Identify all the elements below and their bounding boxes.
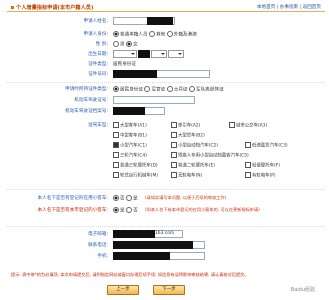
checkbox-icon (171, 152, 177, 158)
birth-label: 出生日期: (88, 52, 108, 57)
application-window: 个人增量指标申请(本市户籍人员) 本地首页 | 办事指南 | 返回首页 申请人姓… (7, 2, 325, 298)
radio-icon[interactable] (126, 207, 133, 213)
radio-icon[interactable] (166, 86, 173, 92)
radio-icon[interactable] (126, 195, 133, 201)
email-domain: 163.com (155, 231, 175, 236)
local-vehicle-label: 本人名下是否有本市登记的小客车: (37, 208, 108, 213)
checkbox-item[interactable]: 中型客车(B1) (113, 132, 147, 139)
license-class-label: 准驾车型: (88, 123, 108, 128)
license-number-label: 机动车驾驶证号: (74, 98, 108, 103)
checkbox-item[interactable]: 小型自动挡汽车(C2) (171, 142, 218, 149)
divider (7, 189, 325, 190)
radio-icon[interactable] (144, 86, 151, 92)
top-links[interactable]: 本地首页 | 办事指南 | 返回首页 (257, 4, 321, 10)
redacted-block (113, 70, 157, 78)
divider (7, 226, 325, 227)
checkbox-item[interactable]: 低速载货汽车(C3) (245, 142, 288, 149)
checkbox-icon (245, 142, 251, 148)
mobile-label: 手机: (97, 254, 108, 259)
checkbox-item[interactable]: 大型货车(B2) (171, 132, 205, 139)
checkbox-icon (171, 162, 177, 168)
identity-label: 申请人身份: (83, 32, 108, 37)
checkbox-item[interactable]: 三轮汽车(C4) (113, 152, 147, 159)
radio-icon[interactable] (166, 31, 173, 37)
radio-icon[interactable] (113, 41, 119, 47)
watermark: Baidu经验 (290, 287, 315, 293)
radio-icon[interactable] (113, 31, 119, 37)
checkbox-item[interactable]: 轻便摩托车(F) (245, 162, 280, 169)
id-type-value: 居民身份证 (113, 62, 136, 67)
email-label: 电子邮箱: (88, 232, 108, 237)
checkbox-icon (171, 132, 177, 138)
checkbox-icon (113, 172, 119, 178)
prev-button[interactable]: 上一步 (107, 285, 139, 295)
checkbox-icon (171, 142, 177, 148)
radio-icon[interactable] (113, 207, 119, 213)
identity-radios[interactable]: 普通本籍人员 其他 外籍及港澳 (113, 31, 197, 38)
page-title: 个人增量指标申请(本市户籍人员) (11, 4, 93, 11)
checkbox-icon (113, 162, 119, 168)
redacted-block (113, 241, 193, 249)
checkbox-icon (245, 172, 251, 178)
checkbox-icon (229, 122, 235, 128)
redacted-block (138, 50, 150, 58)
radio-icon[interactable] (113, 195, 119, 201)
checkbox-icon (171, 122, 177, 128)
applicant-name-label: 申请人姓名: (83, 19, 108, 24)
license-number-input[interactable] (113, 96, 195, 104)
checkbox-icon (113, 152, 119, 158)
id-type-label: 证件类型: (88, 62, 108, 67)
birth-month-select[interactable] (151, 50, 167, 58)
has-vehicle-label: 本人名下是否有登记的在用小客车: (37, 196, 108, 201)
redacted-block (113, 252, 170, 260)
radio-icon[interactable] (188, 86, 195, 92)
id-number-label: 证件号码: (88, 72, 108, 77)
license-type-radios[interactable]: 居民身份证 军官证 士兵证 军队离退休证 (113, 86, 224, 93)
local-vehicle-radios[interactable]: 是 否 (113, 207, 138, 214)
checkbox-icon (113, 122, 119, 128)
radio-icon[interactable] (113, 86, 119, 92)
next-button[interactable]: 下一步 (153, 285, 185, 295)
checkbox-item[interactable]: 城市公交车(A3) (229, 122, 267, 129)
birth-year-select[interactable] (113, 50, 137, 58)
license-file-label: 机动车驾驶证档案号: (65, 109, 108, 114)
checkbox-icon (245, 162, 251, 168)
redacted-block (113, 107, 145, 115)
checkbox-item[interactable]: 大型客车(A1) (113, 122, 147, 129)
birth-day-select[interactable] (168, 50, 184, 58)
local-vehicle-hint: (如本人名下有本市登记的在用小客车的, 可以在更新指标申请) (145, 207, 260, 212)
gender-radios[interactable]: 男 女 (113, 41, 138, 48)
radio-icon[interactable] (149, 31, 156, 37)
divider (7, 82, 325, 83)
has-vehicle-hint: (请如实填写本问题, 以便于后续的审核工作) (145, 195, 227, 200)
checkbox-item[interactable]: 残疾人专用小型自动挡载客汽车(C5) (171, 152, 249, 159)
notice-text: 提示: 表中带*的为必填项, 本次申请提交后, 请到指定网站或窗口办理后续手续;… (11, 272, 249, 277)
redacted-block (113, 230, 155, 238)
checkbox-item[interactable]: 无轨电车(N) (171, 172, 202, 179)
redacted-block (147, 17, 173, 25)
checkbox-item[interactable]: 轮式自行机械车(M) (113, 172, 158, 179)
checkbox-checked-icon (113, 142, 119, 148)
bullet-icon (11, 6, 14, 9)
checkbox-item[interactable]: 有轨电车(P) (245, 172, 276, 179)
checkbox-item[interactable]: 普通三轮摩托车(D) (113, 162, 158, 169)
title-bar: 个人增量指标申请(本市户籍人员) 本地首页 | 办事指南 | 返回首页 (7, 2, 325, 12)
phone-label: 联系电话: (88, 243, 108, 248)
has-vehicle-radios[interactable]: 否 是 (113, 195, 138, 202)
checkbox-item[interactable]: 小型汽车(C1) (113, 142, 147, 149)
checkbox-icon (171, 172, 177, 178)
checkbox-item[interactable]: 牵引车(A2) (171, 122, 200, 129)
license-type-label: 申请时所持证件类型: (65, 87, 108, 92)
checkbox-icon (113, 132, 119, 138)
checkbox-item[interactable]: 普通二轮摩托车(E) (171, 162, 215, 169)
gender-label: 性 别: (95, 42, 108, 47)
radio-icon[interactable] (126, 41, 133, 47)
